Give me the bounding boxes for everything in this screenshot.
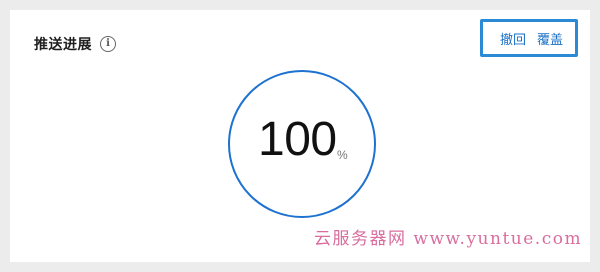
watermark-text: 云服务器网 www.yuntue.com (314, 229, 583, 249)
info-icon[interactable]: i (100, 36, 116, 52)
card-title: 推送进展 (34, 37, 92, 53)
card-header: 推送进展 i (34, 34, 116, 54)
overwrite-button[interactable]: 覆盖 (537, 29, 563, 48)
revoke-button[interactable]: 撤回 (500, 29, 526, 48)
progress-circle: 100 % (228, 70, 376, 218)
progress-value: 100 (258, 113, 337, 166)
progress-unit: % (337, 148, 348, 162)
action-group: 撤回 覆盖 (480, 19, 578, 57)
